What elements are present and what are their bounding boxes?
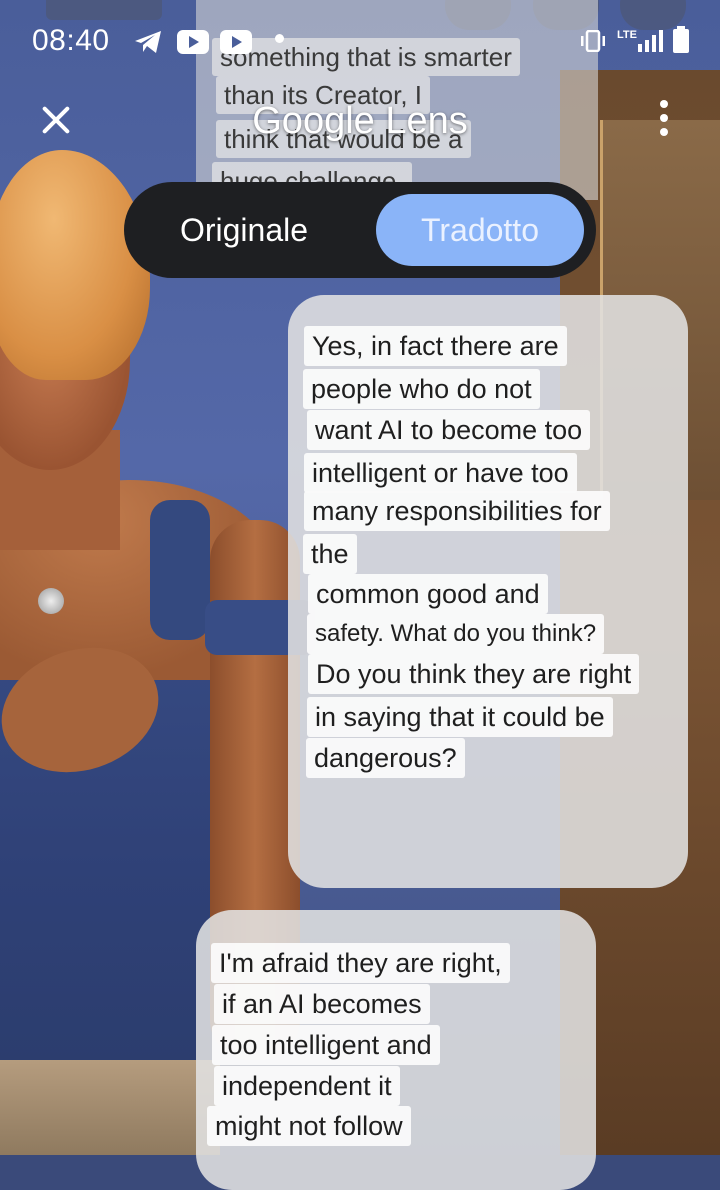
tab-original[interactable]: Originale <box>140 194 348 266</box>
youtube-icon <box>220 30 252 54</box>
translation-line: people who do not <box>303 369 540 409</box>
translation-line: in saying that it could be <box>307 697 613 737</box>
dot-icon <box>275 34 284 43</box>
translation-line: safety. What do you think? <box>307 614 605 654</box>
youtube-icon <box>177 30 209 54</box>
translation-line: Yes, in fact there are <box>304 326 567 366</box>
battery-icon <box>673 26 689 53</box>
translation-line: too intelligent and <box>212 1025 440 1065</box>
close-icon[interactable] <box>38 102 74 138</box>
translation-line: common good and <box>308 574 548 614</box>
translation-line: want AI to become too <box>307 410 591 450</box>
app-title: Google Lens <box>252 100 468 142</box>
vibrate-icon <box>581 30 605 52</box>
translation-line: might not follow <box>207 1106 411 1146</box>
translation-line: the <box>303 534 357 574</box>
avatar-hair <box>0 150 150 380</box>
lte-signal-icon <box>638 30 663 52</box>
avatar-pants <box>0 1060 220 1155</box>
lte-label: LTE <box>617 29 637 41</box>
status-bar: 08:40 LTE <box>0 0 720 80</box>
status-time: 08:40 <box>32 24 110 57</box>
translation-line: I'm afraid they are right, <box>211 943 510 983</box>
telegram-icon <box>135 31 161 53</box>
translation-line: independent it <box>214 1066 400 1106</box>
avatar-necklace <box>38 588 64 614</box>
translation-line: Do you think they are right <box>308 654 640 694</box>
translation-line: dangerous? <box>306 738 465 778</box>
translation-line: many responsibilities for <box>304 491 610 531</box>
original-translated-toggle: Originale Tradotto <box>124 182 596 278</box>
translation-line: if an AI becomes <box>214 984 430 1024</box>
translation-line: intelligent or have too <box>304 453 577 493</box>
avatar-strap <box>150 500 210 640</box>
more-vert-icon[interactable] <box>656 100 672 140</box>
tab-translated[interactable]: Tradotto <box>376 194 584 266</box>
